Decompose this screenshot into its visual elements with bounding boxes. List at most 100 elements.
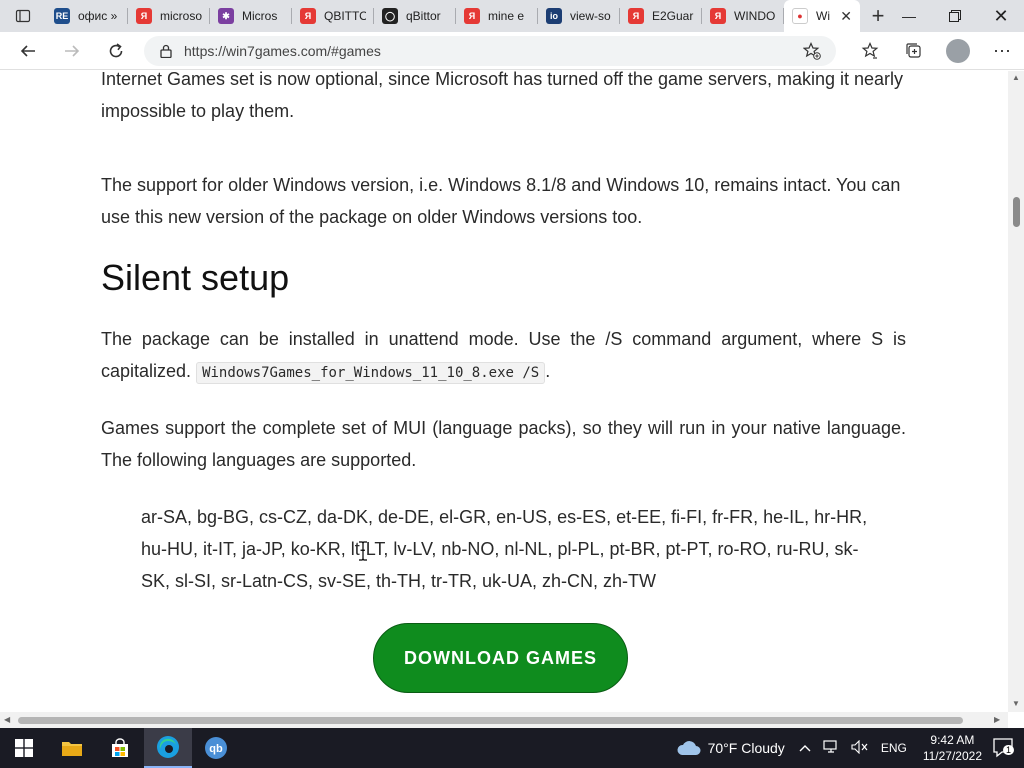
browser-tab[interactable]: Я E2Guar	[620, 0, 702, 32]
tab-title: mine e	[488, 9, 525, 23]
vertical-scrollbar[interactable]: ▲ ▼	[1008, 71, 1024, 712]
address-bar[interactable]: https://win7games.com/#games	[144, 36, 836, 66]
taskbar-qbittorrent[interactable]: qb	[192, 728, 240, 768]
favicon-icon: Я	[136, 8, 152, 24]
scroll-down-icon[interactable]: ▼	[1012, 699, 1020, 708]
qbittorrent-icon: qb	[205, 737, 227, 759]
horizontal-scroll-thumb[interactable]	[18, 717, 963, 724]
scroll-left-icon[interactable]: ◀	[4, 715, 10, 724]
scroll-right-icon[interactable]: ▶	[994, 715, 1000, 724]
paragraph-unattend: The package can be installed in unattend…	[101, 323, 906, 389]
start-button[interactable]	[0, 728, 48, 768]
tab-title: Wi	[816, 9, 830, 23]
tab-active[interactable]: ● Wi ✕	[784, 0, 860, 32]
languages-list: ar-SA, bg-BG, cs-CZ, da-DK, de-DE, el-GR…	[141, 507, 868, 591]
favicon-icon: ✱	[218, 8, 234, 24]
browser-toolbar: https://win7games.com/#games ⋯	[0, 32, 1024, 70]
favorites-icon	[861, 42, 879, 59]
browser-tab[interactable]: ✱ Micros	[210, 0, 292, 32]
restore-icon	[949, 10, 961, 22]
page-viewport: Internet Games set is now optional, sinc…	[0, 71, 1008, 712]
browser-tab[interactable]: Яmine e	[456, 0, 538, 32]
store-bag-icon	[112, 738, 128, 757]
tab-title: view-so	[570, 9, 611, 23]
forward-button[interactable]	[50, 32, 94, 70]
tab-title: E2Guar	[652, 9, 694, 23]
volume-muted-icon	[851, 739, 868, 754]
japan-flag-icon: ●	[792, 8, 808, 24]
profile-button[interactable]	[936, 32, 980, 70]
chevron-up-icon	[799, 745, 811, 752]
tab-title: QBITTO	[324, 9, 366, 23]
browser-tab[interactable]: Я QBITTO	[292, 0, 374, 32]
tab-title: microso	[160, 9, 202, 23]
back-button[interactable]	[6, 32, 50, 70]
refresh-button[interactable]	[94, 32, 138, 70]
paragraph-mui: Games support the complete set of MUI (l…	[101, 418, 906, 470]
browser-tab[interactable]: io view-so	[538, 0, 620, 32]
back-arrow-icon	[20, 44, 35, 57]
minimize-button[interactable]: —	[886, 0, 932, 32]
clock-date: 11/27/2022	[922, 749, 982, 763]
favorites-button[interactable]	[848, 32, 892, 70]
favicon-icon: Я	[710, 8, 726, 24]
paragraph-older-windows: The support for older Windows version, i…	[101, 175, 901, 227]
avatar	[946, 39, 970, 63]
taskbar-file-explorer[interactable]	[48, 728, 96, 768]
notification-count-badge: 1	[1003, 745, 1015, 755]
weather-text: 70°F Cloudy	[707, 740, 785, 756]
network-button[interactable]	[823, 739, 839, 757]
browser-tab[interactable]: RE офис »	[46, 0, 128, 32]
favicon-icon: Я	[464, 8, 480, 24]
download-games-button[interactable]: DOWNLOAD GAMES	[373, 623, 628, 693]
text-cursor-icon	[359, 541, 367, 561]
collections-icon	[906, 43, 921, 58]
restore-button[interactable]	[932, 0, 978, 32]
scroll-up-icon[interactable]: ▲	[1012, 73, 1020, 82]
tab-title: qBittor	[406, 9, 441, 23]
browser-tab[interactable]: ◯ qBittor	[374, 0, 456, 32]
tab-title: офис »	[78, 9, 118, 23]
system-tray: 70°F Cloudy ENG 9:42 AM 11/27/2022 1	[676, 728, 1024, 768]
favicon-icon: RE	[54, 8, 70, 24]
browser-tab[interactable]: Я WINDO	[702, 0, 784, 32]
network-icon	[823, 739, 837, 753]
favicon-icon: Я	[628, 8, 644, 24]
show-hidden-icons[interactable]	[799, 741, 811, 755]
favicon-icon: ◯	[382, 8, 398, 24]
windows-logo-icon	[15, 739, 33, 757]
close-window-button[interactable]: ✕	[978, 0, 1024, 32]
horizontal-scrollbar[interactable]: ◀ ▶	[0, 712, 1008, 728]
vertical-scroll-thumb[interactable]	[1013, 197, 1020, 227]
taskbar-store[interactable]	[96, 728, 144, 768]
settings-menu-button[interactable]: ⋯	[980, 32, 1024, 70]
star-add-icon	[803, 41, 821, 60]
paragraph-internet-games: Internet Games set is now optional, sinc…	[101, 71, 904, 121]
clock[interactable]: 9:42 AM 11/27/2022	[923, 732, 982, 764]
add-favorite-button[interactable]	[790, 32, 834, 70]
tab-close-icon[interactable]: ✕	[840, 8, 852, 25]
weather-widget[interactable]: 70°F Cloudy	[676, 739, 785, 757]
edge-browser-icon	[157, 736, 179, 758]
tab-strip: RE офис » Яmicroso ✱ Micros Я QBITTO ◯ qBittor Яm…	[0, 0, 1024, 32]
input-language[interactable]: ENG	[881, 741, 907, 755]
tab-actions-icon	[15, 9, 31, 23]
refresh-icon	[109, 42, 123, 57]
volume-button[interactable]	[851, 739, 869, 757]
command-code: Windows7Games_for_Windows_11_10_8.exe /S	[196, 362, 546, 384]
folder-icon	[62, 742, 82, 756]
tab-actions-button[interactable]	[0, 0, 46, 32]
lock-icon[interactable]	[160, 44, 172, 58]
taskbar-edge[interactable]	[144, 728, 192, 768]
period-text: .	[545, 361, 551, 381]
taskbar: qb 70°F Cloudy ENG 9:42 AM 11/27/2022 1	[0, 728, 1024, 768]
browser-tab[interactable]: Яmicroso	[128, 0, 210, 32]
favicon-icon: Я	[300, 8, 316, 24]
url-text[interactable]: https://win7games.com/#games	[184, 43, 381, 59]
action-center-button[interactable]: 1	[992, 736, 1016, 760]
forward-arrow-icon	[65, 44, 80, 57]
svg-text:qb: qb	[209, 743, 223, 755]
cloud-icon	[677, 741, 701, 755]
collections-button[interactable]	[892, 32, 936, 70]
heading-silent-setup: Silent setup	[101, 257, 290, 298]
